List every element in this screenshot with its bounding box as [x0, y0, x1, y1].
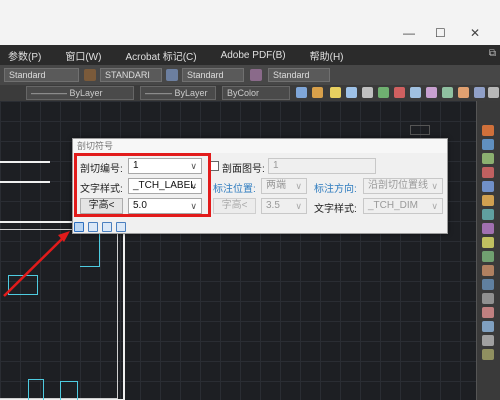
section-drawing-input[interactable]: 1 — [268, 158, 376, 174]
ellipse-tool-icon[interactable] — [482, 223, 494, 234]
hatch-tool-icon[interactable] — [482, 279, 494, 290]
arc-tool-icon[interactable] — [482, 181, 494, 192]
text-style2-label: 文字样式: — [314, 204, 357, 215]
sun-icon[interactable] — [346, 87, 357, 98]
section-mode-4-icon[interactable] — [116, 222, 126, 232]
chevron-down-icon: ∨ — [295, 201, 302, 211]
dialog-title: 剖切符号 — [73, 139, 447, 153]
point-tool-icon[interactable] — [482, 265, 494, 276]
gradient-tool-icon[interactable] — [482, 293, 494, 304]
properties-toolbar: ———— ByLayer ——— ByLayer ByColor — [0, 85, 500, 101]
annotation-position-select[interactable]: 两端 ∨ — [261, 178, 307, 194]
section-drawing-label: 剖面图号: — [222, 164, 265, 175]
table-tool-icon[interactable] — [482, 321, 494, 332]
section-mode-1-icon[interactable] — [74, 222, 84, 232]
chevron-down-icon: ∨ — [431, 181, 438, 191]
merge-icon[interactable] — [458, 87, 469, 98]
delete-layer-icon[interactable] — [474, 87, 485, 98]
text-style2-value: _TCH_DIM — [368, 200, 419, 211]
minimize-button[interactable]: — — [403, 26, 415, 40]
chevron-down-icon: ∨ — [431, 201, 438, 211]
maximize-button[interactable]: ☐ — [435, 26, 446, 40]
region-tool-icon[interactable] — [482, 307, 494, 318]
close-button[interactable]: ✕ — [470, 26, 480, 40]
more-tools-icon[interactable] — [482, 349, 494, 360]
menu-item-window[interactable]: 窗口(W) — [65, 48, 101, 63]
section-drawing-value: 1 — [273, 160, 279, 171]
mtext-tool-icon[interactable] — [482, 335, 494, 346]
annotation-position-label: 标注位置: — [213, 184, 256, 195]
plotstyle-select[interactable]: ByColor — [222, 86, 290, 100]
multileader-style-icon[interactable] — [250, 69, 262, 81]
text-style-select[interactable]: Standard — [4, 68, 79, 82]
block-tool-icon[interactable] — [482, 251, 494, 262]
window-titlebar: — ☐ ✕ — [0, 0, 500, 45]
layer-state-icon[interactable] — [312, 87, 323, 98]
menu-item-help[interactable]: 帮助(H) — [310, 48, 344, 63]
annotation-direction-label: 标注方向: — [314, 184, 357, 195]
lineweight-select[interactable]: ——— ByLayer — [140, 86, 216, 100]
menu-item-acrobat[interactable]: Acrobat 标记(C) — [125, 48, 196, 63]
rectangle-tool-icon[interactable] — [482, 167, 494, 178]
freeze-icon[interactable] — [410, 87, 421, 98]
text-style2-select[interactable]: _TCH_DIM ∨ — [363, 198, 443, 214]
circle-tool-icon[interactable] — [482, 195, 494, 206]
section-mode-2-icon[interactable] — [88, 222, 98, 232]
dim-style-select[interactable]: STANDARI — [100, 68, 162, 82]
menu-item-params[interactable]: 参数(P) — [8, 48, 41, 63]
off-icon[interactable] — [426, 87, 437, 98]
table-style-select[interactable]: Standard — [182, 68, 244, 82]
annotation-direction-select[interactable]: 沿剖切位置线 ∨ — [363, 178, 443, 194]
layer-icon[interactable] — [296, 87, 307, 98]
restore-icon[interactable]: ⧉ — [489, 48, 496, 59]
section-mode-3-icon[interactable] — [102, 222, 112, 232]
table-style-icon[interactable] — [166, 69, 178, 81]
annotation-direction-value: 沿剖切位置线 — [368, 180, 428, 191]
more-icon[interactable] — [488, 87, 499, 98]
highlight-box — [74, 153, 211, 217]
styles-toolbar: Standard STANDARI Standard Standard — [0, 65, 500, 85]
chevron-down-icon: ∨ — [295, 181, 302, 191]
match-icon[interactable] — [378, 87, 389, 98]
right-tool-palette — [476, 101, 500, 400]
multileader-style-select[interactable]: Standard — [268, 68, 330, 82]
line-tool-icon[interactable] — [482, 125, 494, 136]
text-height2-button[interactable]: 字高< — [213, 198, 256, 214]
lock-icon[interactable] — [362, 87, 373, 98]
annotation-position-value: 两端 — [266, 180, 286, 191]
text-height2-value: 3.5 — [266, 200, 280, 211]
menu-bar: 参数(P) 窗口(W) Acrobat 标记(C) Adobe PDF(B) 帮… — [0, 45, 500, 65]
text-height2-select[interactable]: 3.5 ∨ — [261, 198, 307, 214]
isolate-icon[interactable] — [394, 87, 405, 98]
polygon-tool-icon[interactable] — [482, 153, 494, 164]
walk-icon[interactable] — [442, 87, 453, 98]
linetype-select[interactable]: ———— ByLayer — [26, 86, 134, 100]
dim-style-icon[interactable] — [84, 69, 96, 81]
insert-tool-icon[interactable] — [482, 237, 494, 248]
menu-item-adobe-pdf[interactable]: Adobe PDF(B) — [221, 50, 286, 61]
spline-tool-icon[interactable] — [482, 209, 494, 220]
bulb-icon[interactable] — [330, 87, 341, 98]
polyline-tool-icon[interactable] — [482, 139, 494, 150]
